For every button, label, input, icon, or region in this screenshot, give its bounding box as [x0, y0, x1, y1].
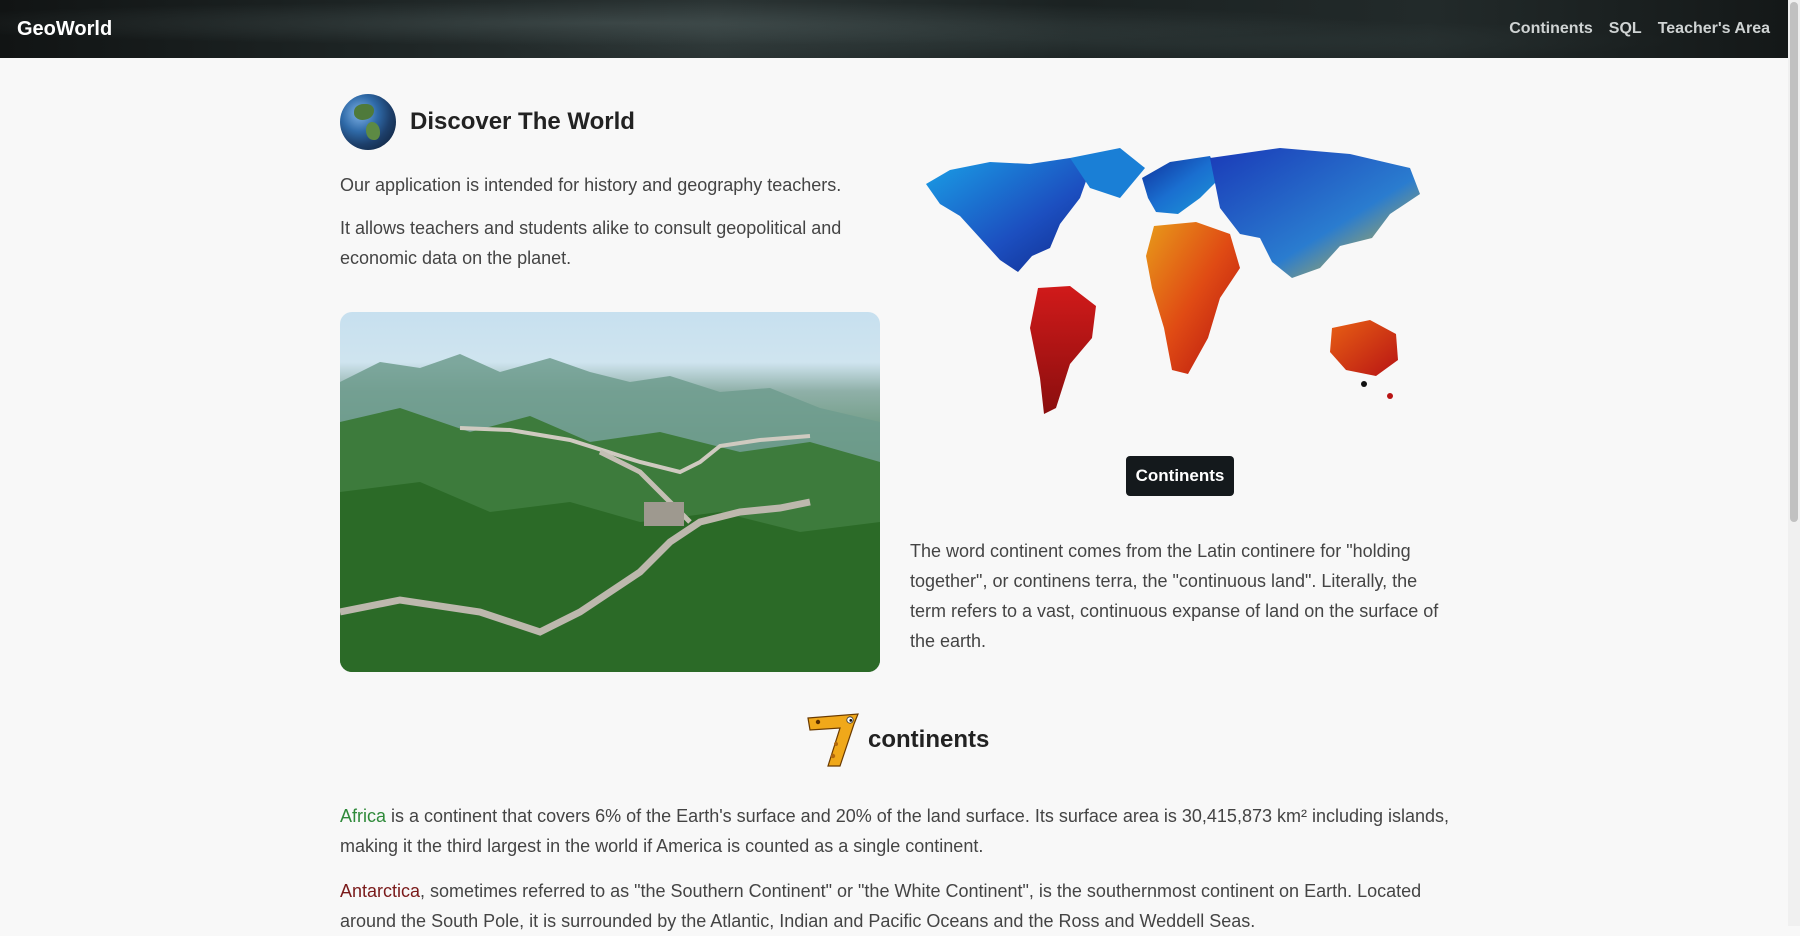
- africa-text: is a continent that covers 6% of the Ear…: [340, 806, 1450, 856]
- intro-paragraph-2: It allows teachers and students alike to…: [340, 218, 842, 268]
- brand-logo[interactable]: GeoWorld: [17, 18, 112, 41]
- africa-paragraph: Africa is a continent that covers 6% of …: [340, 801, 1460, 861]
- africa-link[interactable]: Africa: [340, 806, 386, 826]
- world-map-image: [926, 148, 1420, 414]
- navbar: GeoWorld Continents SQL Teacher's Area: [0, 0, 1788, 58]
- antarctica-link[interactable]: Antarctica: [340, 881, 420, 901]
- section-title: continents: [868, 726, 990, 753]
- nav-link-continents[interactable]: Continents: [1509, 20, 1593, 38]
- intro-paragraph-1: Our application is intended for history …: [340, 175, 842, 195]
- page-title: Discover The World: [410, 108, 635, 135]
- continent-definition: The word continent comes from the Latin …: [910, 541, 1439, 651]
- continents-button[interactable]: Continents: [1126, 456, 1234, 496]
- scrollbar-thumb[interactable]: [1790, 2, 1798, 522]
- nav-link-sql[interactable]: SQL: [1609, 20, 1642, 38]
- antarctica-paragraph: Antarctica, sometimes referred to as "th…: [340, 876, 1460, 936]
- number-seven-icon: [807, 713, 859, 767]
- intro-header: Discover The World: [340, 94, 635, 150]
- nav-links: Continents SQL Teacher's Area: [1509, 20, 1770, 38]
- globe-icon: [340, 94, 396, 150]
- continents-section-header: continents: [806, 712, 989, 768]
- great-wall-photo: [340, 312, 880, 672]
- nav-link-teachers-area[interactable]: Teacher's Area: [1658, 20, 1770, 38]
- antarctica-text: , sometimes referred to as "the Southern…: [340, 881, 1422, 931]
- page-scrollbar[interactable]: [1788, 0, 1800, 926]
